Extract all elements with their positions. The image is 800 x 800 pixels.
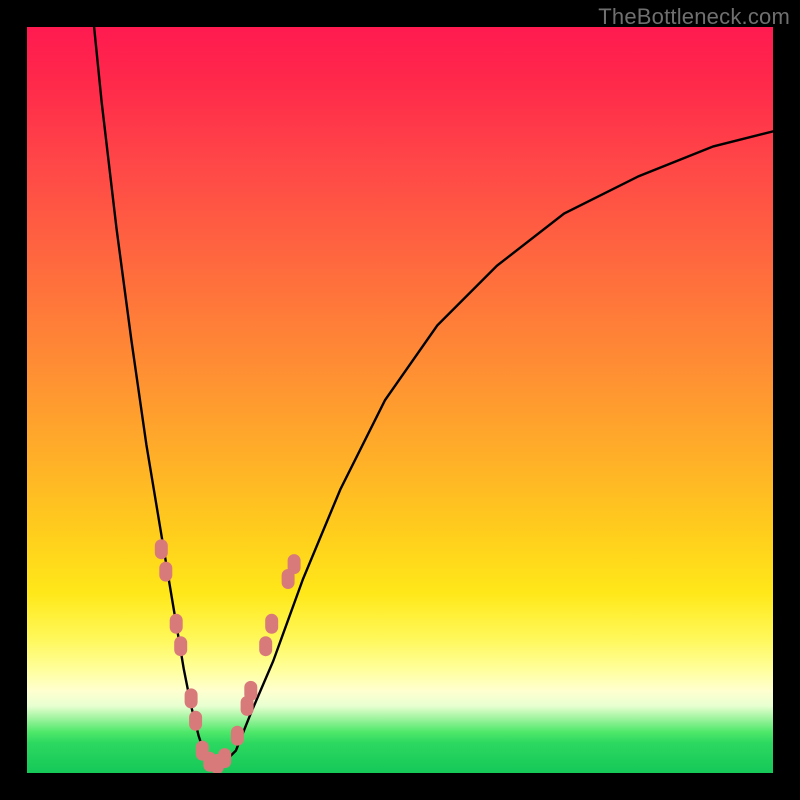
watermark-text: TheBottleneck.com: [598, 4, 790, 30]
chart-frame: TheBottleneck.com: [0, 0, 800, 800]
plot-area: [27, 27, 773, 773]
